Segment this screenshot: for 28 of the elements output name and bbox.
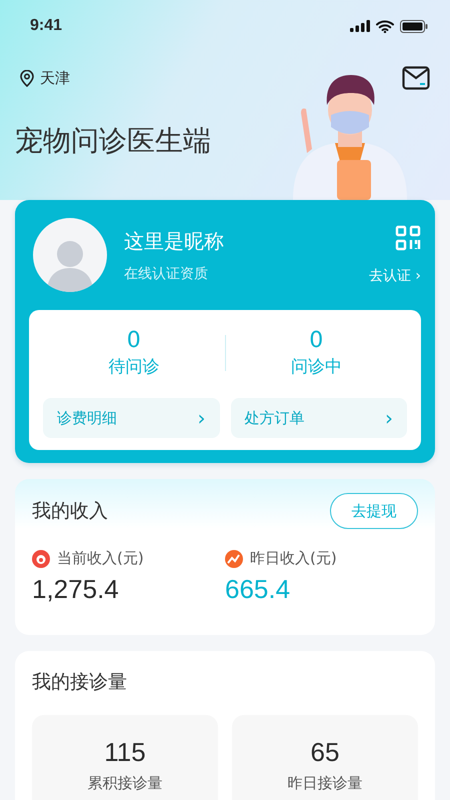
certification-subtitle: 在线认证资质	[124, 264, 209, 282]
section-title: 我的接诊量	[32, 671, 127, 693]
count-label[interactable]: 问诊中	[290, 355, 342, 378]
nickname: 这里是昵称	[124, 228, 225, 254]
income-value: 665.4	[225, 574, 292, 605]
count-value: 0	[309, 328, 324, 353]
signal-icon	[350, 20, 370, 32]
section-title: 我的收入	[32, 499, 108, 524]
income-label: 昨日收入(元)	[250, 549, 337, 568]
count-label[interactable]: 待问诊	[108, 355, 160, 378]
wifi-icon	[376, 20, 394, 32]
location-pin-icon	[20, 70, 34, 86]
stat-label: 累积接诊量	[88, 774, 162, 793]
withdraw-button[interactable]: 去提现	[330, 493, 418, 529]
status-time: 9:41	[30, 17, 62, 35]
location-label[interactable]: 天津	[40, 68, 70, 88]
app-title: 宠物问诊医生端	[15, 123, 212, 159]
stat-label: 昨日接诊量	[288, 774, 362, 793]
count-value: 0	[126, 328, 141, 353]
mail-icon[interactable]	[402, 66, 430, 90]
income-value: 1,275.4	[32, 574, 120, 605]
detail-link-button[interactable]: 处方订单 ›	[230, 398, 407, 438]
stat-value: 65	[310, 737, 340, 768]
detail-link-button[interactable]: 诊费明细 ›	[43, 398, 220, 438]
stat-value: 115	[104, 737, 146, 768]
certify-link[interactable]: 去认证 ›	[368, 267, 421, 285]
battery-icon	[400, 20, 428, 32]
income-label: 当前收入(元)	[57, 549, 144, 568]
